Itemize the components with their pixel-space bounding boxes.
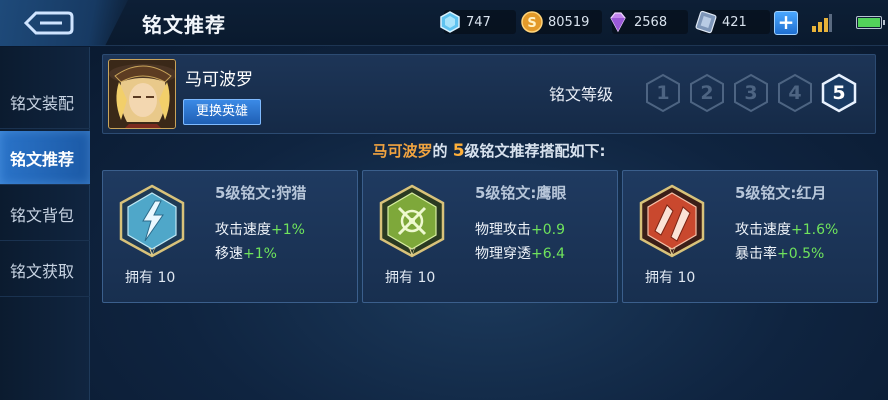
stat-name: 暴击率 xyxy=(735,246,777,262)
svg-text:V: V xyxy=(408,248,416,258)
hero-name: 马可波罗 xyxy=(185,70,253,90)
level-number: 4 xyxy=(788,82,802,104)
stat-name: 物理攻击 xyxy=(475,222,531,238)
rune-card-hawkeye[interactable]: V 5级铭文:鹰眼 物理攻击+0.9 物理穿透+6.4 拥有 10 xyxy=(362,170,618,303)
voucher-value: 421 xyxy=(722,14,747,30)
recommendation-subtitle: 马可波罗的 5级铭文推荐搭配如下: xyxy=(0,140,888,161)
subtitle-level: 5 xyxy=(452,141,465,161)
gold-value: 80519 xyxy=(548,14,590,30)
rune-hunt-icon: V xyxy=(119,184,185,258)
hero-portrait-image xyxy=(109,60,175,128)
svg-text:V: V xyxy=(668,248,676,258)
battery-icon xyxy=(856,16,885,29)
rune-title: 5级铭文:鹰眼 xyxy=(475,184,567,202)
sidebar: 铭文装配 铭文推荐 铭文背包 铭文获取 xyxy=(0,47,90,400)
rune-card-red-moon[interactable]: V 5级铭文:红月 攻击速度+1.6% 暴击率+0.5% 拥有 10 xyxy=(622,170,878,303)
subtitle-connector: 的 xyxy=(432,142,448,160)
svg-text:S: S xyxy=(527,16,536,31)
sidebar-item-label: 铭文装配 xyxy=(10,93,75,113)
level-number: 5 xyxy=(832,82,846,104)
rune-title: 5级铭文:红月 xyxy=(735,184,827,202)
level-number: 3 xyxy=(744,82,758,104)
stat-name: 物理穿透 xyxy=(475,246,531,262)
hero-panel: 马可波罗 更换英雄 铭文等级 1 2 3 4 5 xyxy=(102,54,876,134)
rune-stat: 攻击速度+1% xyxy=(215,219,305,239)
rune-title: 5级铭文:狩猎 xyxy=(215,184,307,202)
gold-coin-icon: S xyxy=(521,11,543,33)
rune-red-moon-icon: V xyxy=(639,184,705,258)
top-bar: 铭文推荐 747 S 80519 2568 421 + xyxy=(0,0,888,46)
sidebar-item-label: 铭文背包 xyxy=(10,205,75,225)
diamond-balance: 747 xyxy=(440,10,516,34)
level-option-1[interactable]: 1 xyxy=(645,73,681,113)
sidebar-item-rune-equip[interactable]: 铭文装配 xyxy=(0,75,90,129)
rune-stat: 物理穿透+6.4 xyxy=(475,243,565,263)
level-option-4[interactable]: 4 xyxy=(777,73,813,113)
owned-count: 拥有 10 xyxy=(125,270,176,286)
owned-count: 拥有 10 xyxy=(385,270,436,286)
stat-value: +1% xyxy=(243,246,277,262)
rune-stat: 移速+1% xyxy=(215,243,277,263)
rune-card-hunt[interactable]: V 5级铭文:狩猎 攻击速度+1% 移速+1% 拥有 10 xyxy=(102,170,358,303)
subtitle-hero-name: 马可波罗 xyxy=(372,142,433,160)
stat-value: +6.4 xyxy=(531,246,565,262)
recharge-plus-button[interactable]: + xyxy=(774,11,798,35)
crystal-balance: 2568 xyxy=(610,10,688,34)
level-option-2[interactable]: 2 xyxy=(689,73,725,113)
back-arrow-icon xyxy=(23,11,74,35)
svg-text:V: V xyxy=(148,248,156,258)
crystal-value: 2568 xyxy=(634,14,668,30)
level-number: 1 xyxy=(656,82,670,104)
stat-name: 攻击速度 xyxy=(735,222,791,238)
owned-count: 拥有 10 xyxy=(645,270,696,286)
voucher-icon xyxy=(695,10,717,34)
crystal-icon xyxy=(610,12,626,33)
sidebar-item-rune-bag[interactable]: 铭文背包 xyxy=(0,187,90,241)
subtitle-suffix: 级铭文推荐搭配如下: xyxy=(464,142,606,160)
sidebar-item-rune-obtain[interactable]: 铭文获取 xyxy=(0,243,90,297)
diamond-value: 747 xyxy=(466,14,491,30)
rune-stat: 攻击速度+1.6% xyxy=(735,219,838,239)
level-option-3[interactable]: 3 xyxy=(733,73,769,113)
stat-value: +1% xyxy=(271,222,305,238)
stat-name: 攻击速度 xyxy=(215,222,271,238)
gold-balance: S 80519 xyxy=(521,10,602,34)
level-option-5-selected[interactable]: 5 xyxy=(821,73,857,113)
rune-hawkeye-icon: V xyxy=(379,184,445,258)
change-hero-button[interactable]: 更换英雄 xyxy=(183,99,261,125)
hero-portrait[interactable] xyxy=(108,59,176,129)
stat-value: +0.5% xyxy=(777,246,825,262)
diamond-icon xyxy=(440,11,460,33)
sidebar-item-label: 铭文获取 xyxy=(10,261,75,281)
stat-value: +0.9 xyxy=(531,222,565,238)
rune-stat: 物理攻击+0.9 xyxy=(475,219,565,239)
rune-level-label: 铭文等级 xyxy=(549,85,614,104)
back-button[interactable] xyxy=(0,0,128,46)
rune-stat: 暴击率+0.5% xyxy=(735,243,824,263)
level-number: 2 xyxy=(700,82,714,104)
stat-name: 移速 xyxy=(215,246,243,262)
voucher-balance: 421 xyxy=(695,10,770,34)
page-title: 铭文推荐 xyxy=(142,13,226,37)
stat-value: +1.6% xyxy=(791,222,839,238)
signal-icon xyxy=(812,14,832,32)
